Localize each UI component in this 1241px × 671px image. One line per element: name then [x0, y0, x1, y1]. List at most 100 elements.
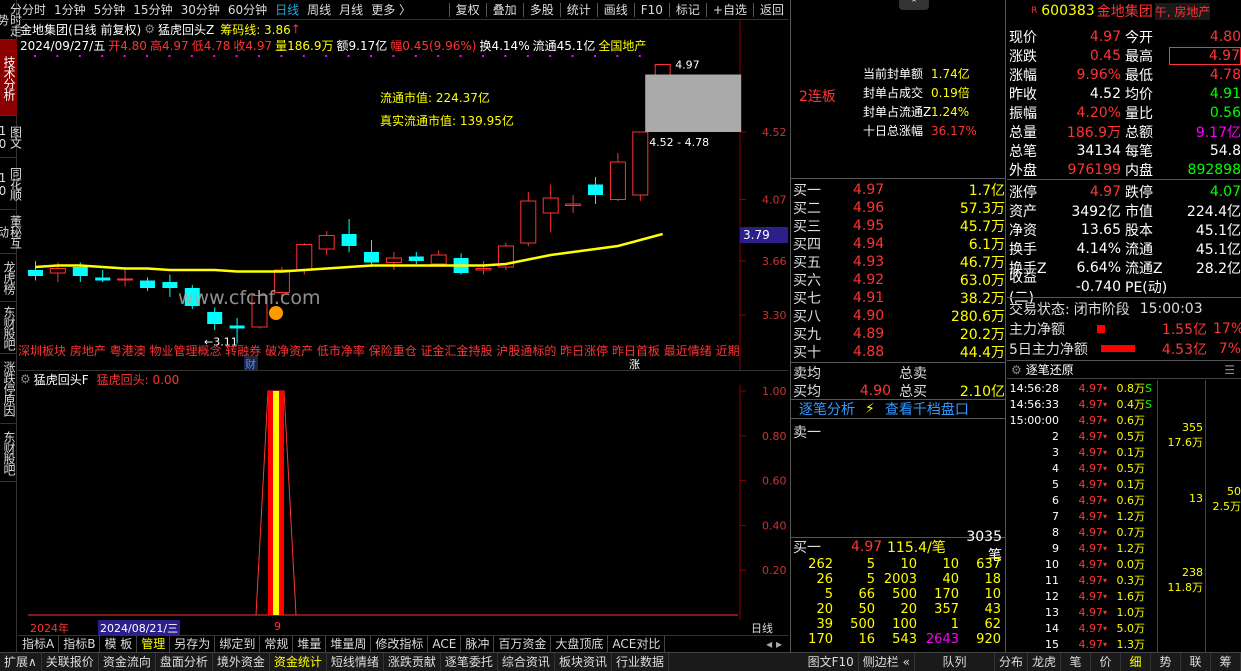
vertical-tab[interactable]: 东财股吧 — [0, 302, 17, 354]
period-tab[interactable]: 周线 — [303, 0, 335, 20]
toolbar-button[interactable]: 复权 — [452, 0, 484, 20]
indicator-tab[interactable]: 修改指标 — [371, 635, 429, 653]
status-tab[interactable]: 资金流向 — [99, 652, 156, 671]
status-tab[interactable]: 综合资讯 — [498, 652, 555, 671]
indicator-tab[interactable]: 堆量 — [293, 635, 327, 653]
bid-row[interactable]: 买三 4.95 45.7万 — [793, 217, 1005, 235]
status-tab[interactable]: 短线情绪 — [327, 652, 384, 671]
indicator-tab[interactable]: 大盘顶底 — [551, 635, 609, 653]
toolbar-button[interactable]: F10 — [637, 0, 667, 20]
period-tab[interactable]: 1分钟 — [50, 0, 90, 20]
status-tab[interactable]: 笔 — [1061, 652, 1091, 671]
status-tab[interactable]: 盘面分析 — [156, 652, 213, 671]
bid-row[interactable]: 买二 4.96 57.3万 — [793, 199, 1005, 217]
tick-time: 12 — [1045, 589, 1059, 603]
vertical-tab[interactable]: 图文10 — [0, 116, 23, 158]
queue-cell: 100 — [892, 617, 917, 632]
period-tab[interactable]: 月线 — [335, 0, 367, 20]
gear-icon[interactable]: ⚙ — [1011, 363, 1022, 377]
status-tab[interactable]: 价 — [1091, 652, 1121, 671]
vertical-tab[interactable]: 涨跌停原因 — [0, 354, 17, 424]
indicator-tab[interactable]: 常规 — [260, 635, 294, 653]
period-tab[interactable]: 60分钟 — [224, 0, 271, 20]
period-tab[interactable]: 15分钟 — [129, 0, 176, 20]
limit-zone — [645, 74, 742, 132]
bid-row[interactable]: 买六 4.92 63.0万 — [793, 271, 1005, 289]
bid-qty: 45.7万 — [959, 219, 1005, 235]
period-tab[interactable]: 日线 — [271, 0, 303, 20]
status-tab[interactable]: 资金统计 — [270, 652, 327, 671]
vertical-tab[interactable]: 龙虎榜 — [0, 254, 17, 302]
candle-body — [632, 131, 649, 196]
stock-industry[interactable]: 午, 房地产 — [1154, 2, 1211, 20]
status-tab[interactable]: 龙虎 — [1028, 652, 1061, 671]
tick-analysis-tab[interactable]: 逐笔分析 — [791, 399, 855, 419]
bid-row[interactable]: 买五 4.93 46.7万 — [793, 253, 1005, 271]
list-icon[interactable]: ☰ — [1224, 363, 1235, 377]
status-tab[interactable]: 联 — [1181, 652, 1211, 671]
thousand-depth-tab[interactable]: 查看千档盘口 — [885, 399, 969, 419]
status-tab[interactable]: 势 — [1151, 652, 1181, 671]
indicator-tab[interactable]: 堆量周 — [326, 635, 372, 653]
indicator-tab[interactable]: 指标A — [18, 635, 60, 653]
indicator-tab[interactable]: 绑定到 — [215, 635, 261, 653]
gear-icon[interactable]: ⚙ — [20, 372, 31, 386]
signal-dot — [370, 55, 372, 57]
toolbar-button[interactable]: 统计 — [563, 0, 595, 20]
indicator-tab[interactable]: ACE — [428, 635, 462, 653]
bid-price: 4.94 — [853, 236, 885, 252]
toolbar-button[interactable]: 叠加 — [489, 0, 521, 20]
lower-indicator-chart[interactable]: 1.00 0.80 0.60 0.40 0.20 — [18, 385, 788, 620]
bid-row[interactable]: 买八 4.90 280.6万 — [793, 307, 1005, 325]
toolbar-button[interactable]: 画线 — [600, 0, 632, 20]
quote-label: 每笔 — [1125, 143, 1153, 160]
indicator-tab[interactable]: ACE对比 — [608, 635, 666, 653]
quote-value: 0.45 — [1089, 47, 1121, 64]
toolbar-button[interactable]: 多股 — [526, 0, 558, 20]
period-tab[interactable]: 更多 〉 — [367, 0, 415, 20]
status-tab[interactable]: 关联报价 — [42, 652, 99, 671]
status-tab[interactable]: 境外资金 — [213, 652, 270, 671]
toolbar-button[interactable]: 标记 — [672, 0, 704, 20]
status-tab[interactable]: 筹 — [1211, 652, 1241, 671]
vertical-tab[interactable]: 同花顺10 — [0, 158, 23, 210]
period-tab[interactable]: 分时 — [18, 0, 50, 20]
bid-row[interactable]: 买九 4.89 20.2万 — [793, 325, 1005, 343]
tick-time: 14:56:28 — [1009, 381, 1059, 395]
bid-row[interactable]: 买一 4.97 1.7亿 — [793, 181, 1005, 199]
vertical-tab[interactable]: 董秘互动 — [0, 210, 23, 254]
candle-body — [229, 325, 245, 329]
vertical-tab[interactable]: 分时走势 — [0, 0, 23, 40]
indicator-tab[interactable]: 百万资金 — [494, 635, 552, 653]
indicator-tab[interactable]: 管理 — [137, 635, 171, 653]
status-tab[interactable]: 细 — [1121, 652, 1151, 671]
period-tab[interactable]: 5分钟 — [90, 0, 130, 20]
status-tab[interactable]: 涨跌贡献 — [384, 652, 441, 671]
status-tab[interactable]: 板块资讯 — [555, 652, 612, 671]
collapse-handle[interactable]: ⌃ — [899, 0, 929, 10]
status-tab[interactable]: 侧边栏 « — [859, 652, 915, 671]
nav-arrows[interactable]: ◂ ▸ — [766, 637, 788, 651]
bid-row[interactable]: 买七 4.91 38.2万 — [793, 289, 1005, 307]
seal-row: 当前封单额 1.74亿 — [863, 64, 977, 83]
status-tab[interactable]: 逐笔委托 — [441, 652, 498, 671]
top-price-label: 4.97 — [675, 59, 700, 72]
period-tab[interactable]: 30分钟 — [177, 0, 224, 20]
candlestick-chart[interactable]: 4.52 4.07 3.66 3.30 4.97 4.52 - 4.78 ←3.11 财涨 — [18, 20, 788, 370]
toolbar-button[interactable]: +自选 — [709, 0, 751, 20]
vertical-tab[interactable]: 东财股吧 — [0, 424, 17, 482]
indicator-tab[interactable]: 另存为 — [170, 635, 216, 653]
status-tab[interactable]: 扩展∧ — [0, 652, 42, 671]
vertical-tab[interactable]: 技术分析 — [0, 40, 17, 116]
status-tab[interactable]: 图文F10 — [804, 652, 859, 671]
bid-row[interactable]: 买四 4.94 6.1万 — [793, 235, 1005, 253]
bid-row[interactable]: 买十 4.88 44.4万 — [793, 343, 1005, 361]
indicator-tab[interactable]: 指标B — [59, 635, 101, 653]
status-tab[interactable]: 队列 — [915, 652, 995, 671]
indicator-tab[interactable]: 脉冲 — [461, 635, 495, 653]
toolbar-button[interactable]: 返回 — [756, 0, 788, 20]
status-tab[interactable]: 分布 — [995, 652, 1028, 671]
indicator-tab[interactable]: 模 板 — [100, 635, 138, 653]
candle-body — [28, 270, 43, 276]
status-tab[interactable]: 行业数据 — [612, 652, 669, 671]
